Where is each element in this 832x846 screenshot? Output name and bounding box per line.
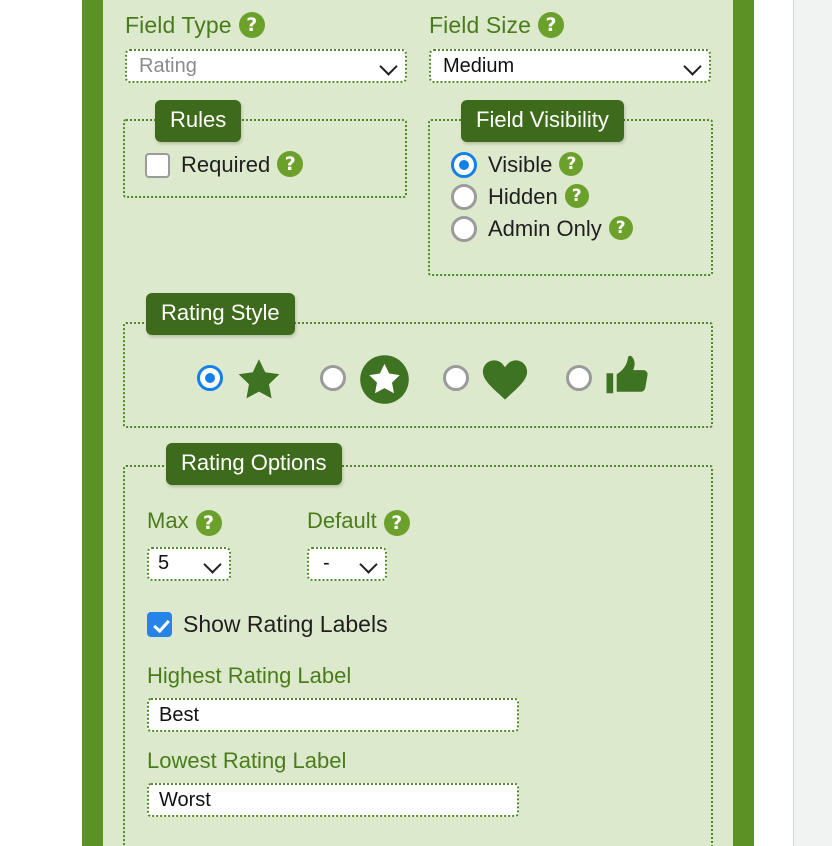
- rules-legend: Rules: [155, 100, 242, 142]
- star-circle-radio[interactable]: [320, 365, 346, 391]
- show-rating-labels-checkbox[interactable]: [147, 612, 172, 637]
- show-rating-labels-row[interactable]: Show Rating Labels: [147, 611, 388, 638]
- field-size-value: Medium: [443, 54, 515, 77]
- visibility-option-admin-only[interactable]: Admin Only ?: [451, 216, 633, 242]
- thumbs-up-radio[interactable]: [566, 365, 592, 391]
- rating-style-legend: Rating Style: [146, 293, 295, 335]
- heart-radio[interactable]: [443, 365, 469, 391]
- admin-only-label: Admin Only: [488, 216, 602, 241]
- highest-rating-group: Highest Rating Label Best: [147, 663, 519, 732]
- max-group: Max? 5: [147, 508, 231, 581]
- left-green-rail: [82, 0, 103, 846]
- hidden-help-icon[interactable]: ?: [564, 184, 589, 208]
- visible-radio[interactable]: [451, 152, 477, 178]
- field-size-group: Field Size? Medium: [429, 11, 711, 83]
- max-select[interactable]: 5: [147, 546, 231, 581]
- field-settings-panel: Field Type? Rating Field Size? Medium Ru…: [0, 0, 832, 846]
- highest-rating-input[interactable]: Best: [147, 698, 519, 732]
- admin-only-radio[interactable]: [451, 216, 477, 242]
- field-type-help-icon[interactable]: ?: [238, 11, 265, 38]
- right-side-panel: [793, 0, 832, 846]
- field-visibility-options: Visible ? Hidden ? Admin Only ?: [451, 152, 633, 248]
- lowest-rating-input[interactable]: Worst: [147, 783, 519, 817]
- visibility-option-visible[interactable]: Visible ?: [451, 152, 633, 178]
- field-type-value: Rating: [139, 54, 197, 77]
- chevron-down-icon: [359, 554, 379, 574]
- field-size-label: Field Size: [429, 12, 531, 38]
- default-select[interactable]: -: [307, 546, 387, 581]
- visible-label: Visible: [488, 152, 553, 177]
- max-label: Max: [147, 508, 189, 533]
- highest-rating-label: Highest Rating Label: [147, 663, 352, 688]
- required-label: Required: [181, 152, 271, 177]
- visible-help-icon[interactable]: ?: [559, 152, 584, 176]
- heart-icon[interactable]: [479, 355, 531, 410]
- hidden-radio[interactable]: [451, 184, 477, 210]
- right-green-rail: [733, 0, 754, 846]
- default-value: -: [323, 552, 330, 575]
- max-value: 5: [158, 552, 170, 575]
- show-rating-labels-label: Show Rating Labels: [183, 611, 388, 637]
- star-radio[interactable]: [197, 365, 223, 391]
- field-size-help-icon[interactable]: ?: [537, 11, 564, 38]
- field-size-select[interactable]: Medium: [429, 49, 711, 83]
- star-circle-icon[interactable]: [358, 353, 411, 411]
- required-help-icon[interactable]: ?: [277, 151, 304, 177]
- lowest-rating-label: Lowest Rating Label: [147, 748, 347, 773]
- lowest-rating-value: Worst: [159, 788, 211, 811]
- hidden-label: Hidden: [488, 184, 558, 209]
- default-label: Default: [307, 508, 377, 533]
- max-help-icon[interactable]: ?: [195, 509, 222, 536]
- chevron-down-icon: [379, 56, 399, 76]
- star-solid-icon[interactable]: [235, 356, 283, 409]
- thumbs-up-icon[interactable]: [604, 350, 654, 409]
- default-help-icon[interactable]: ?: [383, 509, 410, 536]
- highest-rating-value: Best: [159, 703, 200, 726]
- required-row[interactable]: Required ?: [145, 151, 304, 178]
- chevron-down-icon: [203, 554, 223, 574]
- field-visibility-legend: Field Visibility: [461, 100, 624, 142]
- field-type-label: Field Type: [125, 12, 232, 38]
- required-checkbox[interactable]: [145, 152, 170, 178]
- form-body: Field Type? Rating Field Size? Medium Ru…: [103, 0, 733, 846]
- field-type-group: Field Type? Rating: [125, 11, 407, 83]
- rating-options-legend: Rating Options: [166, 443, 342, 485]
- chevron-down-icon: [683, 56, 703, 76]
- lowest-rating-group: Lowest Rating Label Worst: [147, 748, 519, 817]
- visibility-option-hidden[interactable]: Hidden ?: [451, 184, 633, 210]
- default-group: Default? -: [307, 508, 410, 581]
- admin-only-help-icon[interactable]: ?: [608, 216, 633, 240]
- field-type-select[interactable]: Rating: [125, 49, 407, 83]
